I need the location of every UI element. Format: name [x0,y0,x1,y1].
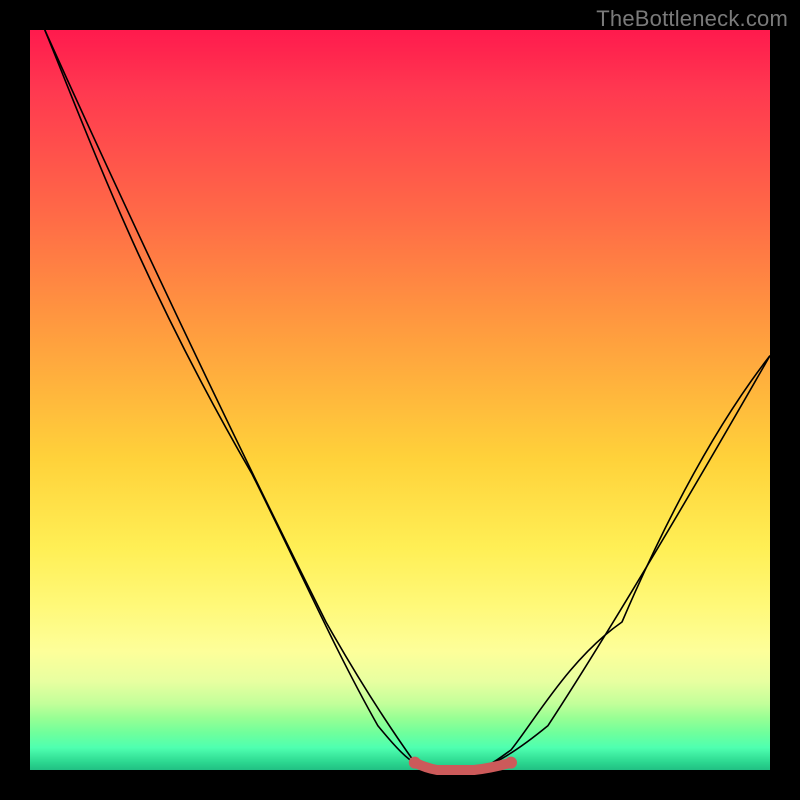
optimal-region-end-dot [505,757,517,769]
optimal-region-highlight [415,763,511,770]
optimal-region-start-dot [409,757,421,769]
chart-frame: TheBottleneck.com [0,0,800,800]
curve-layer [30,30,770,770]
watermark-text: TheBottleneck.com [596,6,788,32]
bottleneck-curve [45,30,770,770]
bottleneck-curve-overlay [45,30,770,770]
